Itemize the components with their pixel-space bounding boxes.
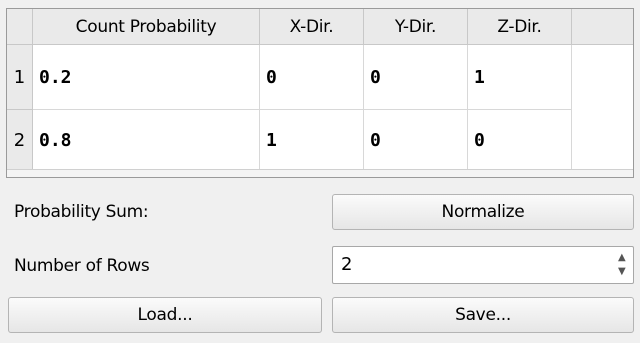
number-of-rows-label: Number of Rows	[14, 256, 150, 276]
row-header-2[interactable]: 2	[7, 110, 33, 171]
column-header-z-dir[interactable]: Z-Dir.	[468, 9, 572, 45]
table-corner	[7, 9, 33, 45]
chevron-down-icon[interactable]: ▼	[618, 267, 626, 277]
table-cell-count-probability[interactable]: 0.2	[33, 45, 260, 110]
number-of-rows-value[interactable]: 2	[341, 247, 352, 283]
table-cell-y-dir[interactable]: 0	[364, 45, 468, 110]
header-filler	[572, 9, 633, 45]
table-cell-z-dir[interactable]: 1	[468, 45, 572, 110]
probability-panel: Count Probability X-Dir. Y-Dir. Z-Dir. 1…	[0, 0, 640, 343]
column-header-count-probability[interactable]: Count Probability	[33, 9, 260, 45]
column-header-x-dir[interactable]: X-Dir.	[260, 9, 364, 45]
table-cell-z-dir[interactable]: 0	[468, 110, 572, 171]
row-header-1[interactable]: 1	[7, 45, 33, 110]
column-header-y-dir[interactable]: Y-Dir.	[364, 9, 468, 45]
table-cell-x-dir[interactable]: 0	[260, 45, 364, 110]
number-of-rows-spinbox[interactable]: 2 ▲ ▼	[332, 246, 634, 284]
horizontal-scrollbar[interactable]	[7, 169, 633, 177]
probability-sum-label: Probability Sum:	[14, 202, 148, 222]
spinbox-arrows[interactable]: ▲ ▼	[613, 247, 633, 283]
table-cell-x-dir[interactable]: 1	[260, 110, 364, 171]
table-cell-y-dir[interactable]: 0	[364, 110, 468, 171]
save-button[interactable]: Save...	[332, 297, 634, 333]
chevron-up-icon[interactable]: ▲	[618, 253, 626, 263]
table-cell-count-probability[interactable]: 0.8	[33, 110, 260, 171]
normalize-button[interactable]: Normalize	[332, 194, 634, 230]
load-button[interactable]: Load...	[8, 297, 322, 333]
probability-table[interactable]: Count Probability X-Dir. Y-Dir. Z-Dir. 1…	[6, 8, 634, 178]
